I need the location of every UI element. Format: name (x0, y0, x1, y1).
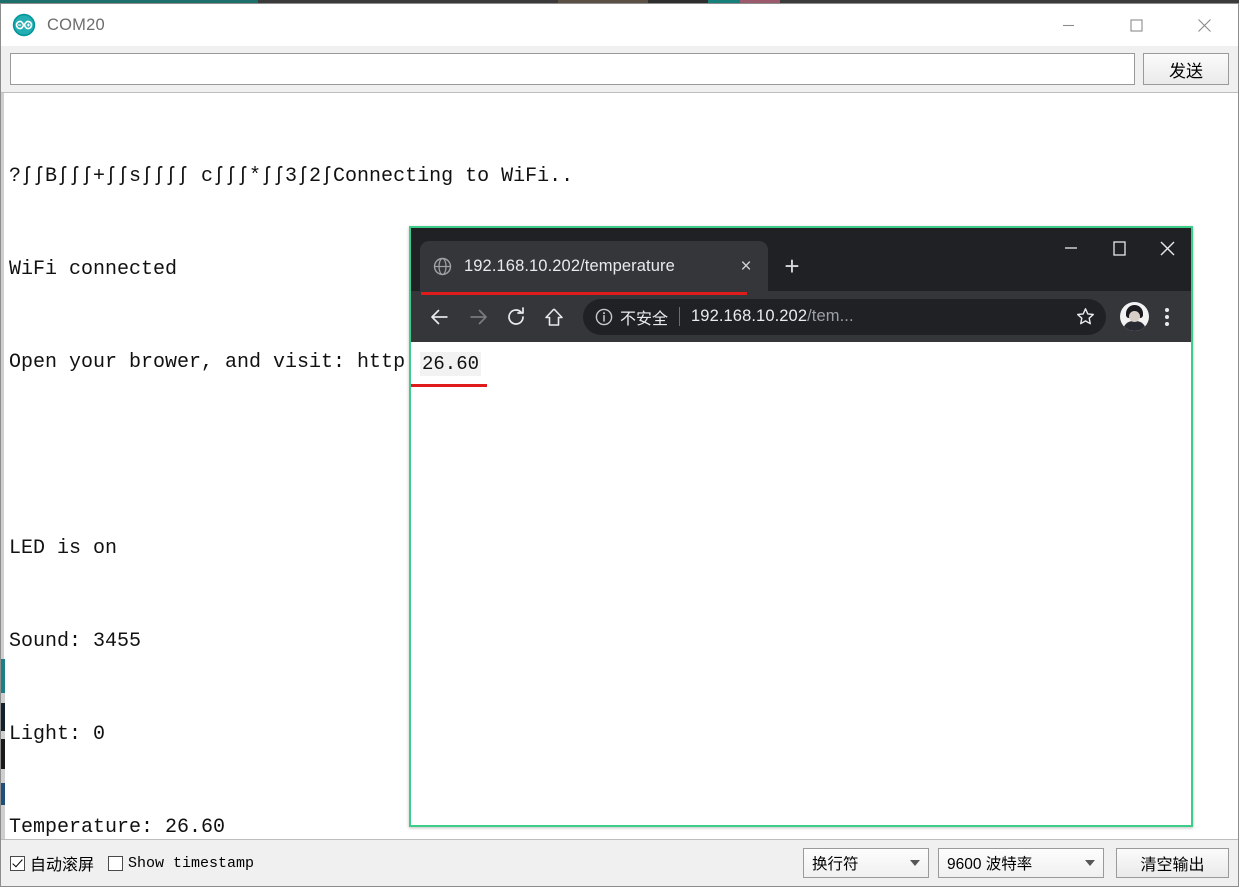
close-button[interactable] (1170, 4, 1238, 46)
clear-output-button[interactable]: 清空输出 (1116, 848, 1229, 878)
line-ending-dropdown[interactable]: 换行符 (803, 848, 929, 878)
browser-tab-title: 192.168.10.202/temperature (464, 256, 675, 275)
chevron-down-icon (896, 860, 920, 866)
serial-monitor-title-bar: COM20 (1, 4, 1238, 46)
browser-page-content: 26.60 (411, 342, 1191, 825)
chrome-toolbar: 不安全 192.168.10.202/tem... (411, 291, 1191, 342)
window-controls (1034, 4, 1238, 46)
address-bar[interactable]: 不安全 192.168.10.202/tem... (583, 298, 1106, 335)
autoscroll-label: 自动滚屏 (30, 857, 95, 874)
info-circle-icon[interactable] (595, 308, 613, 326)
url-host: 192.168.10.202 (691, 307, 808, 325)
send-bar: 发送 (1, 46, 1238, 92)
autoscroll-checkbox-box[interactable] (10, 855, 25, 871)
browser-tab[interactable]: 192.168.10.202/temperature × (420, 241, 768, 295)
maximize-button[interactable] (1102, 4, 1170, 46)
browser-window-controls (1047, 228, 1191, 268)
security-status-label: 不安全 (620, 308, 669, 328)
home-icon[interactable] (535, 298, 573, 336)
minimize-button[interactable] (1034, 4, 1102, 46)
address-bar-url: 192.168.10.202/tem... (691, 307, 1064, 326)
show-timestamp-checkbox[interactable]: Show timestamp (108, 855, 254, 872)
browser-close-button[interactable] (1143, 228, 1191, 268)
temperature-reading: Temperature: 26.60 (9, 812, 301, 839)
profile-avatar[interactable] (1120, 302, 1149, 331)
browser-maximize-button[interactable] (1095, 228, 1143, 268)
forward-arrow-icon[interactable] (459, 298, 497, 336)
show-timestamp-label: Show timestamp (128, 854, 255, 872)
show-timestamp-checkbox-box[interactable] (108, 855, 124, 871)
page-red-underline (411, 384, 487, 387)
tab-red-underline (421, 292, 747, 295)
star-icon[interactable] (1070, 302, 1100, 332)
globe-icon (433, 257, 452, 275)
line-ending-value: 换行符 (812, 856, 859, 873)
url-path: /tem... (807, 307, 854, 325)
baud-rate-value: 9600 波特率 (947, 856, 1033, 873)
back-arrow-icon[interactable] (421, 298, 459, 336)
chrome-tab-strip: 192.168.10.202/temperature × + (411, 228, 1191, 295)
arduino-infinity-icon (12, 13, 36, 37)
tab-close-icon[interactable]: × (735, 255, 757, 277)
three-dot-menu-icon[interactable] (1153, 302, 1181, 332)
serial-monitor-status-bar: 自动滚屏 Show timestamp 换行符 9600 波特率 清空输出 (1, 840, 1238, 886)
chrome-browser-window: 192.168.10.202/temperature × + 不安全 192.1… (409, 226, 1193, 827)
reload-icon[interactable] (497, 298, 535, 336)
console-line: ?ʃʃBʃʃʃ+ʃʃsʃʃʃʃ cʃʃʃ*ʃʃ3ʃ2ʃConnecting to… (9, 165, 574, 188)
send-input[interactable] (10, 53, 1135, 85)
baud-rate-dropdown[interactable]: 9600 波特率 (938, 848, 1104, 878)
omnibox-divider (679, 307, 681, 326)
new-tab-button[interactable]: + (772, 241, 812, 291)
window-title: COM20 (47, 15, 105, 34)
browser-minimize-button[interactable] (1047, 228, 1095, 268)
chevron-down-icon (1071, 860, 1095, 866)
send-button[interactable]: 发送 (1143, 53, 1229, 85)
autoscroll-checkbox[interactable]: 自动滚屏 (10, 851, 94, 875)
page-temperature-value: 26.60 (420, 352, 482, 376)
